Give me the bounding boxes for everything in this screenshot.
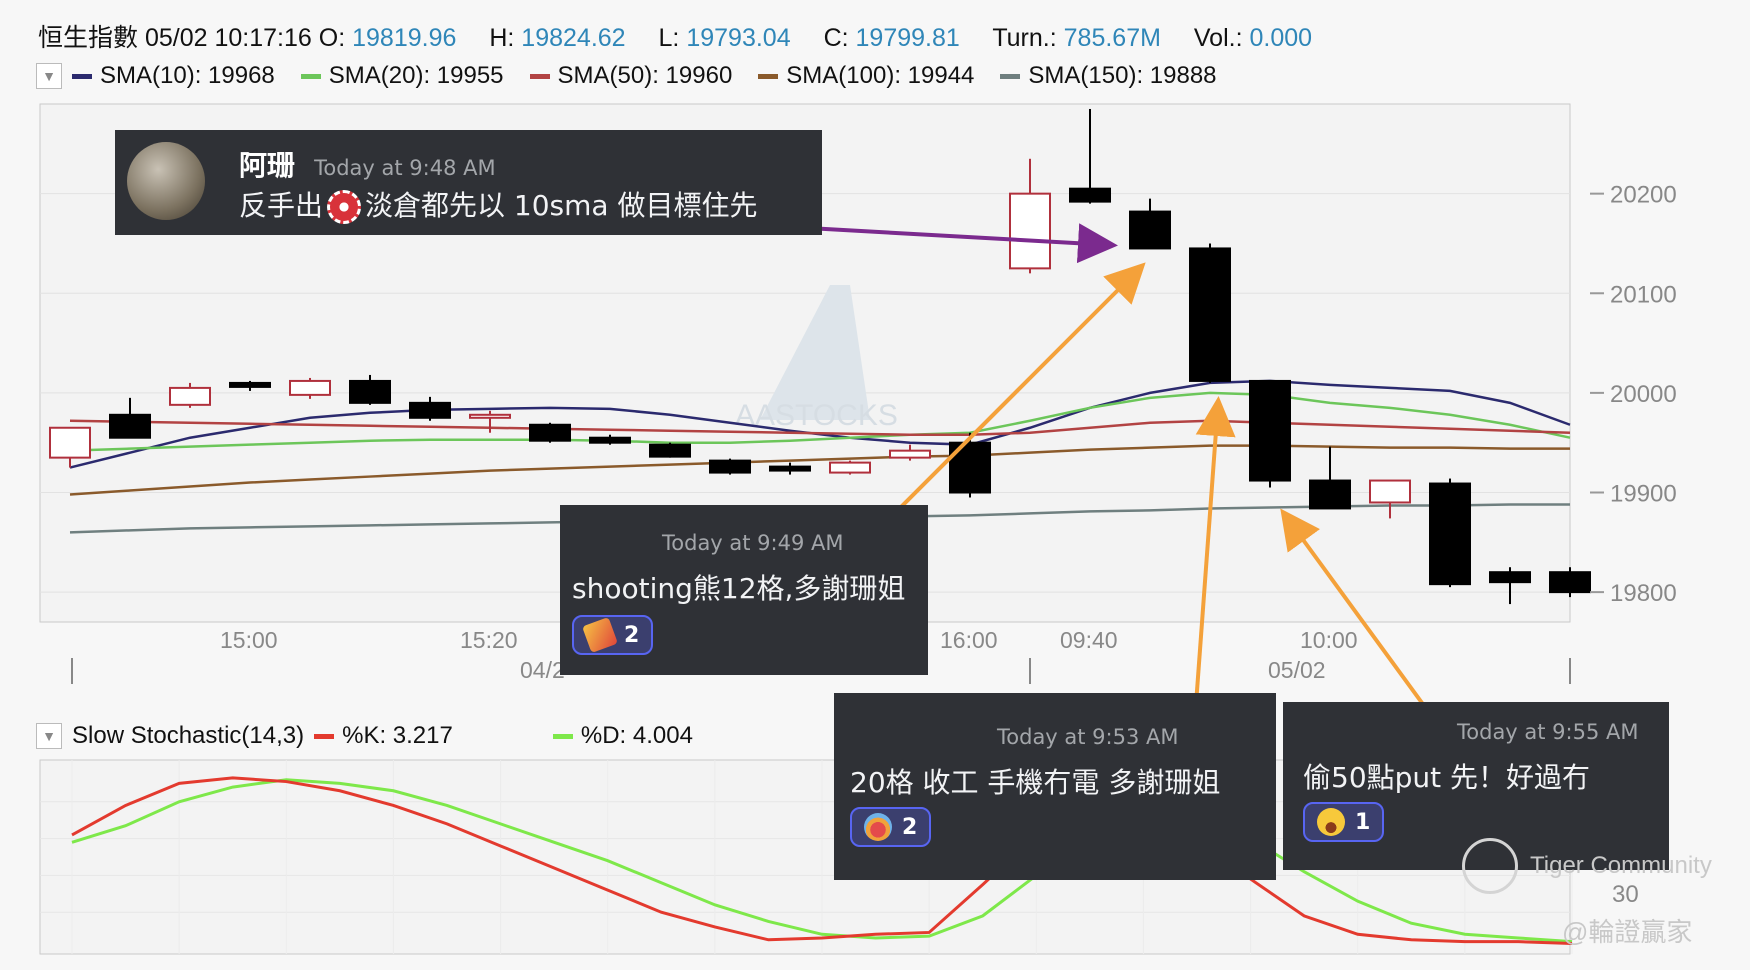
candle-body xyxy=(529,423,571,442)
annotation-1-message-a: 反手出 xyxy=(239,189,324,222)
candle-body xyxy=(409,401,451,419)
laughing-face-icon xyxy=(1317,808,1345,836)
candle-body xyxy=(1129,210,1171,250)
y-tick-label: 20000 xyxy=(1610,381,1677,408)
candle-body xyxy=(109,413,151,439)
candle-body xyxy=(469,413,511,419)
tiger-community-watermark: Tiger Community xyxy=(1462,838,1712,894)
candle-body xyxy=(1249,379,1291,482)
confetti-icon xyxy=(864,813,892,841)
candle-body xyxy=(349,379,391,404)
author-watermark: @輪證贏家 xyxy=(1562,917,1693,947)
candle-body xyxy=(1489,571,1531,584)
y-tick-label: 19900 xyxy=(1610,481,1677,508)
annotation-4-time: Today at 9:55 AM xyxy=(1457,720,1639,744)
candle-body xyxy=(1069,187,1111,203)
annotation-2-time: Today at 9:49 AM xyxy=(662,531,844,555)
annotation-3-time: Today at 9:53 AM xyxy=(997,725,1179,749)
tiger-community-text: Tiger Community xyxy=(1530,852,1712,879)
x-tick-label: 09:40 xyxy=(1060,627,1118,653)
poker-chip-icon xyxy=(327,190,362,224)
annotation-card-1: 阿珊 Today at 9:48 AM 反手出 淡倉都先以 10sma 做目標住先 xyxy=(115,130,822,235)
annotation-1-time: Today at 9:48 AM xyxy=(314,156,496,180)
candle-body xyxy=(649,443,691,458)
candle-body xyxy=(1009,192,1051,270)
x-tick-label: 16:00 xyxy=(940,627,998,653)
candle-body xyxy=(889,449,931,459)
annotation-1-message: 反手出 淡倉都先以 10sma 做目標住先 xyxy=(239,184,757,224)
date-label: 04/2 xyxy=(520,657,565,683)
annotation-2-message: shooting熊12格,多謝珊姐 xyxy=(572,572,906,605)
x-tick-label: 10:00 xyxy=(1300,627,1358,653)
annotation-1-message-b: 淡倉都先以 10sma 做目標住先 xyxy=(365,189,758,222)
candle-body xyxy=(1549,571,1591,594)
avatar xyxy=(127,142,205,220)
annotation-2-reaction-count: 2 xyxy=(624,622,640,648)
candle-body xyxy=(1309,479,1351,510)
candle-body xyxy=(1429,482,1471,586)
annotation-3-reaction-count: 2 xyxy=(902,814,918,840)
candle-body xyxy=(829,461,871,474)
y-tick-label: 20100 xyxy=(1610,281,1677,308)
annotation-card-2: Today at 9:49 AM shooting熊12格,多謝珊姐 2 xyxy=(560,505,928,675)
candle-body xyxy=(709,459,751,474)
annotation-3-reaction[interactable]: 2 xyxy=(850,807,932,847)
candle-body xyxy=(1369,479,1411,504)
x-tick-label: 15:20 xyxy=(460,627,518,653)
tiger-logo-icon xyxy=(1462,838,1518,894)
candle-body xyxy=(169,386,211,406)
annotation-card-3: Today at 9:53 AM 20格 收工 手機冇電 多謝珊姐 2 xyxy=(834,693,1276,880)
date-label: 05/02 xyxy=(1268,657,1326,683)
candle-body xyxy=(229,381,271,388)
y-tick-label: 19800 xyxy=(1610,580,1677,607)
x-tick-label: 15:00 xyxy=(220,627,278,653)
party-popper-icon xyxy=(582,617,618,653)
candle-body xyxy=(1189,247,1231,382)
candle-body xyxy=(49,426,91,459)
y-tick-label: 20200 xyxy=(1610,182,1677,209)
annotation-4-reaction-count: 1 xyxy=(1355,809,1371,835)
candle-body xyxy=(589,436,631,444)
annotation-1-header: 阿珊 Today at 9:48 AM xyxy=(239,144,496,184)
price-y-axis: 19800 19900 20000 20100 20200 xyxy=(1590,182,1677,607)
candle-body xyxy=(769,465,811,472)
annotation-4-reaction[interactable]: 1 xyxy=(1303,802,1385,842)
candle-body xyxy=(289,379,331,396)
annotation-2-reaction[interactable]: 2 xyxy=(572,615,654,655)
annotation-4-message: 偷50點put 先！好過冇 xyxy=(1303,761,1591,794)
annotation-3-message: 20格 收工 手機冇電 多謝珊姐 xyxy=(850,766,1221,799)
annotation-1-author: 阿珊 xyxy=(239,149,296,182)
